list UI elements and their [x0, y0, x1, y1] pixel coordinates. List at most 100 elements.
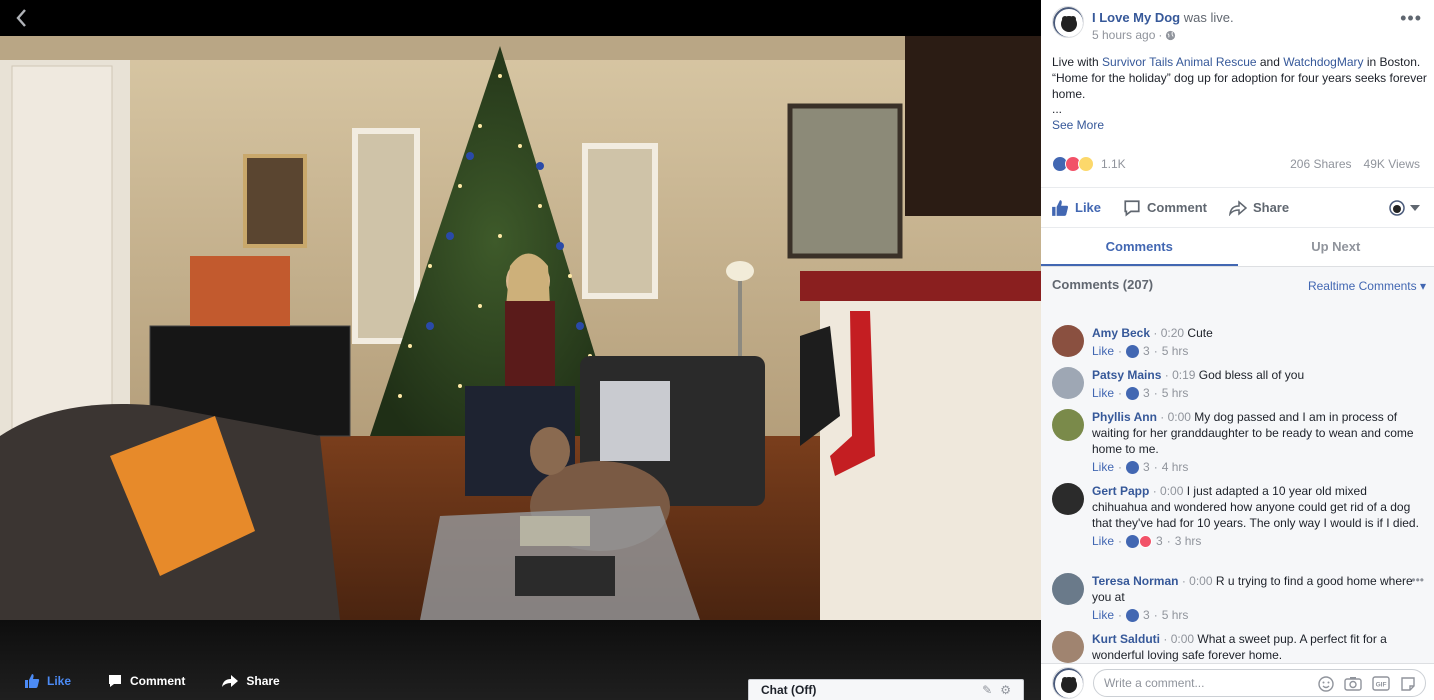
tab-comments[interactable]: Comments [1041, 228, 1238, 266]
comment-options-icon[interactable]: ••• [1411, 573, 1424, 587]
post-title: I Love My Dog was live. [1092, 10, 1234, 25]
comment-meta: Like · 3 · 5 hrs [1092, 607, 1189, 623]
avatar[interactable] [1052, 367, 1084, 399]
comment-video-time[interactable]: 0:00 [1189, 574, 1212, 588]
comment-meta: Like · 3 · 5 hrs [1092, 343, 1189, 359]
video-comment-label: Comment [130, 674, 186, 688]
globe-icon [1166, 30, 1176, 40]
comment-like-link[interactable]: Like [1092, 385, 1114, 401]
camera-icon[interactable] [1344, 676, 1362, 691]
video-pane: Like Comment Share Chat (Off) ✎ ⚙ [0, 0, 1041, 700]
page-name-link[interactable]: I Love My Dog [1092, 10, 1180, 25]
comment-icon [109, 675, 122, 687]
share-button[interactable]: Share [1228, 199, 1290, 216]
page-avatar[interactable] [1052, 6, 1084, 38]
comment-video-time[interactable]: 0:00 [1168, 410, 1191, 424]
comments-header: Comments (207) Realtime Comments ▾ [1052, 277, 1426, 293]
comment-age[interactable]: 5 hrs [1162, 607, 1189, 623]
back-arrow-icon[interactable] [10, 6, 34, 30]
share-count[interactable]: 206 Shares [1290, 157, 1351, 171]
chat-status-label: Chat (Off) [761, 683, 817, 697]
window-left [352, 128, 420, 344]
view-count: 49K Views [1363, 157, 1420, 171]
avatar[interactable] [1052, 573, 1084, 605]
like-reaction-icon [1126, 344, 1140, 358]
mention-link[interactable]: WatchdogMary [1283, 55, 1363, 69]
like-reaction-icon [1126, 534, 1140, 548]
comment-age[interactable]: 5 hrs [1162, 343, 1189, 359]
avatar[interactable] [1052, 631, 1084, 663]
share-arrow-icon [1228, 199, 1247, 216]
reaction-icons[interactable] [1052, 156, 1094, 172]
post-text: Live with Survivor Tails Animal Rescue a… [1052, 55, 1427, 101]
comment-like-link[interactable]: Like [1092, 533, 1114, 549]
comment-author[interactable]: Phyllis Ann [1092, 410, 1157, 424]
avatar[interactable] [1052, 483, 1084, 515]
gif-icon[interactable]: GIF [1372, 676, 1390, 691]
post-meta: 5 hours ago · [1092, 28, 1176, 42]
comment-video-time[interactable]: 0:20 [1161, 326, 1184, 340]
comment-author[interactable]: Teresa Norman [1092, 574, 1178, 588]
thumbs-up-icon [1052, 199, 1069, 216]
reaction-count[interactable]: 1.1K [1101, 157, 1126, 171]
comment-video-time[interactable]: 0:00 [1171, 632, 1194, 646]
live-video-frame[interactable] [0, 36, 1041, 620]
realtime-comments-dropdown[interactable]: Realtime Comments ▾ [1308, 279, 1426, 293]
comment-like-link[interactable]: Like [1092, 459, 1114, 475]
svg-text:GIF: GIF [1376, 682, 1387, 689]
write-comment-bar: GIF [1041, 663, 1434, 700]
page-avatar[interactable] [1052, 667, 1084, 699]
mention-link[interactable]: Survivor Tails Animal Rescue [1102, 55, 1257, 69]
share-view-stats: 206 Shares 49K Views [1290, 157, 1420, 171]
comment-age[interactable]: 4 hrs [1162, 459, 1189, 475]
person-shirt [505, 301, 555, 386]
post-timestamp[interactable]: 5 hours ago [1092, 28, 1155, 42]
video-scene [0, 36, 1041, 620]
comment-like-link[interactable]: Like [1092, 343, 1114, 359]
avatar[interactable] [1052, 409, 1084, 441]
share-label: Share [1252, 200, 1290, 215]
chat-bar[interactable]: Chat (Off) ✎ ⚙ [748, 679, 1024, 700]
comment-reaction-count[interactable]: 3 [1143, 459, 1150, 475]
post-as-selector[interactable] [1389, 199, 1420, 216]
comment-meta: Like · 3 · 4 hrs [1092, 459, 1189, 475]
comment-age[interactable]: 5 hrs [1162, 385, 1189, 401]
sticker-icon[interactable] [1400, 676, 1416, 692]
post-action-bar: Like Comment Share [1041, 187, 1434, 227]
comment-reaction-count[interactable]: 3 [1156, 533, 1163, 549]
gear-icon[interactable]: ⚙ [1000, 683, 1011, 697]
comment-author[interactable]: Patsy Mains [1092, 368, 1161, 382]
comment-reaction-count[interactable]: 3 [1143, 607, 1150, 623]
comment-video-time[interactable]: 0:00 [1160, 484, 1183, 498]
video-comment-button[interactable]: Comment [107, 673, 185, 689]
comment-author[interactable]: Kurt Salduti [1092, 632, 1160, 646]
comment-author[interactable]: Amy Beck [1092, 326, 1150, 340]
dogs-pillow [600, 381, 670, 461]
like-reaction-icon [1126, 386, 1140, 400]
window-right [582, 143, 658, 299]
comment-input-tools: GIF [1318, 676, 1416, 692]
post-options-icon[interactable]: ••• [1400, 8, 1422, 29]
picture-frame [243, 154, 307, 248]
video-like-button[interactable]: Like [24, 673, 71, 689]
comment-button[interactable]: Comment [1123, 199, 1207, 217]
comment-author[interactable]: Gert Papp [1092, 484, 1149, 498]
comment-reaction-count[interactable]: 3 [1143, 385, 1150, 401]
comment-age[interactable]: 3 hrs [1175, 533, 1202, 549]
comment-like-link[interactable]: Like [1092, 607, 1114, 623]
new-message-icon[interactable]: ✎ [982, 683, 992, 697]
post-ellipsis: ... [1052, 102, 1063, 116]
video-share-button[interactable]: Share [221, 673, 280, 689]
comment-reaction-count[interactable]: 3 [1143, 343, 1150, 359]
comments-area[interactable]: Comments (207) Realtime Comments ▾ Amy B… [1041, 267, 1434, 663]
comment-video-time[interactable]: 0:19 [1172, 368, 1195, 382]
emoji-icon[interactable] [1318, 676, 1334, 692]
like-button[interactable]: Like [1051, 199, 1101, 217]
comment-meta: Like · 3 · 5 hrs [1092, 385, 1189, 401]
avatar[interactable] [1052, 325, 1084, 357]
see-more-link[interactable]: See More [1052, 118, 1104, 132]
mantel-garland [800, 271, 1041, 301]
comments-count: Comments (207) [1052, 277, 1154, 292]
tab-up-next[interactable]: Up Next [1238, 228, 1434, 266]
love-reaction-icon [1139, 534, 1153, 548]
